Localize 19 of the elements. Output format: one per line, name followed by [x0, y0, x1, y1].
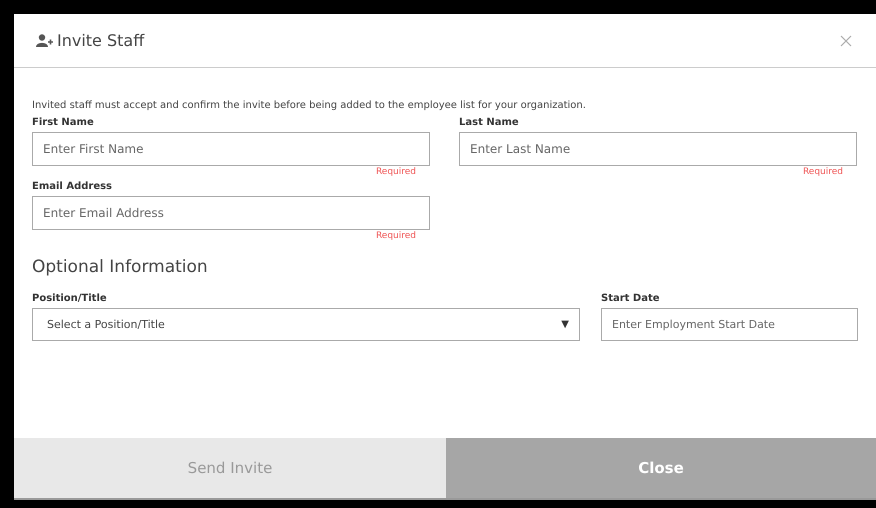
field-label: Email Address	[32, 181, 114, 192]
input-field[interactable]: Enter First Name	[32, 132, 430, 166]
add-user-icon	[36, 34, 53, 47]
required-hint: Required	[376, 231, 416, 241]
section-heading: Optional Information	[32, 257, 209, 277]
close-icon[interactable]	[840, 34, 852, 46]
intro-text: Invited staff must accept and confirm the invite before being added to the employee list for your organization.	[32, 100, 587, 111]
input-field[interactable]: Enter Last Name	[459, 132, 857, 166]
position-select[interactable]: Select a Position/Title ▼	[32, 308, 580, 341]
dialog-title: Invite Staff	[57, 31, 146, 50]
required-hint: Required	[376, 167, 416, 177]
field-label: Start Date	[601, 293, 661, 304]
close-button[interactable]: Close	[446, 438, 876, 498]
field-label: Last Name	[459, 117, 520, 128]
date-field[interactable]: Enter Employment Start Date	[601, 308, 858, 341]
input-field[interactable]: Enter Email Address	[32, 196, 430, 230]
field-label: Position/Title	[32, 293, 108, 304]
field-label: First Name	[32, 117, 95, 128]
required-hint: Required	[802, 167, 843, 177]
